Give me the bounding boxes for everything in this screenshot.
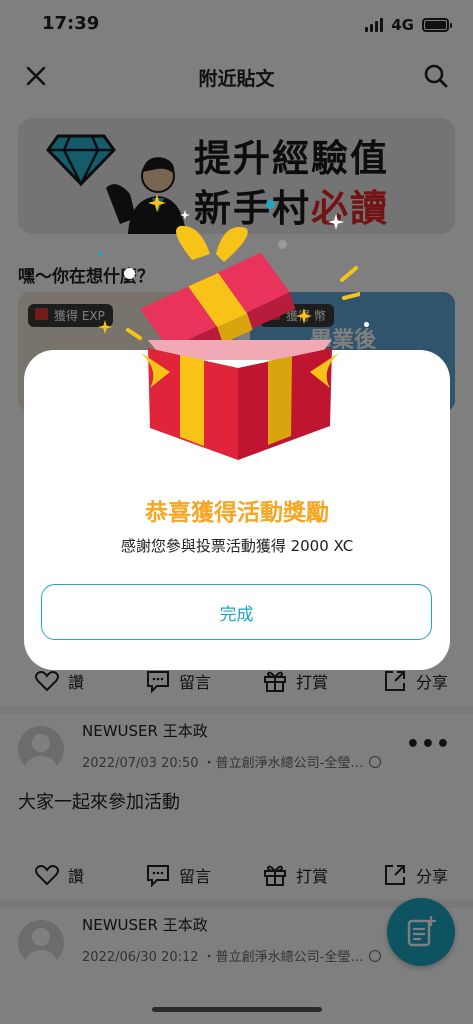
sparkle-icon xyxy=(328,214,344,230)
sparkle-icon xyxy=(98,320,112,334)
confetti-dot xyxy=(124,268,135,279)
confetti-dot xyxy=(278,240,287,249)
reward-title: 恭喜獲得活動獎勵 xyxy=(145,500,329,526)
reward-message: 感謝您參與投票活動獲得 2000 XC xyxy=(120,537,354,555)
sparkle-icon xyxy=(148,194,166,212)
confetti-dot xyxy=(266,200,275,209)
done-button[interactable]: 完成 xyxy=(41,584,432,640)
sparkle-icon xyxy=(180,210,190,220)
gift-box-illustration xyxy=(126,225,360,460)
confetti-dot xyxy=(98,252,102,256)
sparkle-icon xyxy=(296,308,312,324)
confetti-dot xyxy=(364,322,369,327)
